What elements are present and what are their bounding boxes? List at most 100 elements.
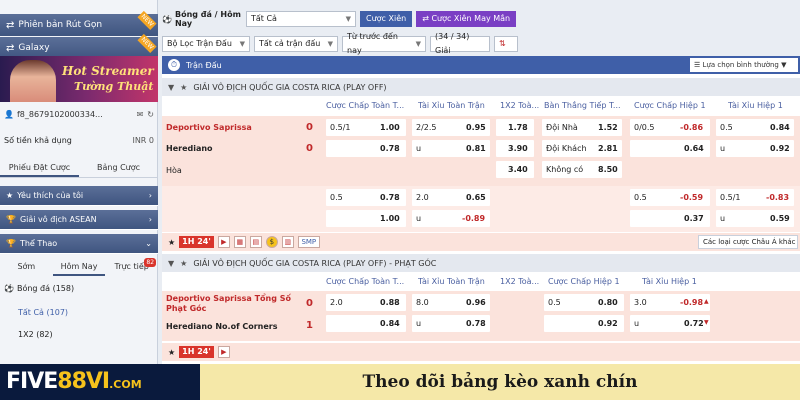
tab-bet-list[interactable]: Bảng Cược xyxy=(79,158,158,177)
total-line: 2/2.5 xyxy=(416,123,437,132)
refresh-odds-button[interactable]: ⇅ xyxy=(494,36,518,52)
market-count: (107) xyxy=(46,308,69,317)
live-time-badge: 1H 24' xyxy=(179,236,214,248)
tab-bet-slip[interactable]: Phiếu Đặt Cược xyxy=(0,158,79,177)
handicap-line: 0/0.5 xyxy=(634,123,655,132)
field-icon[interactable]: ▦ xyxy=(233,236,246,248)
market-1x2[interactable]: 1X2 (82) xyxy=(18,330,168,339)
handicap-line: 0.5 xyxy=(330,193,343,202)
odds-value: 0.81 xyxy=(466,144,486,153)
market-all[interactable]: Tất Cả (107) xyxy=(18,308,168,317)
refresh-icon[interactable]: ↻ xyxy=(147,110,154,119)
parlay-label: Cược Xiên xyxy=(366,14,407,23)
lucky-parlay-label: Cược Xiên May Mắn xyxy=(431,14,511,23)
odds-value: -0.59 xyxy=(680,193,704,202)
new-badge: NEW xyxy=(137,33,157,54)
galaxy-label: Galaxy xyxy=(18,43,50,53)
odds-down-icon: ▼ xyxy=(704,319,709,326)
tab-early[interactable]: Sớm xyxy=(0,258,53,276)
total-line: 2.0 xyxy=(416,193,429,202)
column-headers: Cược Chấp Toàn T... Tài Xỉu Toàn Trận 1X… xyxy=(162,98,800,114)
odds-value: 0.78 xyxy=(380,144,400,153)
league-header[interactable]: ▼ ★ GIẢI VÔ ĐỊCH QUỐC GIA COSTA RICA (PL… xyxy=(162,78,800,96)
market-label: Tất Cả xyxy=(18,308,44,317)
odds-value: 1.00 xyxy=(380,123,400,132)
top-bar: ⚽ Bóng đá / Hôm Nay Tất Cả ▼ Cược Xiên ⇄… xyxy=(158,8,800,30)
hot-streamer-banner[interactable]: Hot Streamer Tường Thuật xyxy=(0,56,158,102)
sidebar: ⇄ Phiên bản Rút Gọn NEW ⇄ Galaxy NEW Hot… xyxy=(0,0,158,400)
odds-value: 0.96 xyxy=(466,298,486,307)
home-team: Deportivo Saprissa xyxy=(166,123,252,132)
home-team: Deportivo Saprissa Tổng Số Phạt Góc xyxy=(166,294,291,313)
time-tabs: Sớm Hôm Nay Trực tiếp 82 xyxy=(0,258,158,276)
user-icon: 👤 xyxy=(4,110,14,119)
odds-value: 3.90 xyxy=(508,144,528,153)
star-icon[interactable]: ★ xyxy=(168,348,175,357)
league-header[interactable]: ▼ ★ GIẢI VÔ ĐỊCH QUỐC GIA COSTA RICA (PL… xyxy=(162,254,800,272)
chevron-right-icon: › xyxy=(148,191,152,200)
all-matches-select[interactable]: Tất cả trận đấu ▼ xyxy=(254,36,338,52)
balance-row: Số tiền khả dụng INR 0 xyxy=(4,136,154,145)
draw-label: Hòa xyxy=(166,166,182,175)
chevron-down-icon: ▼ xyxy=(168,258,175,268)
chevron-down-icon: ⌄ xyxy=(145,239,152,248)
smp-button[interactable]: SMP xyxy=(297,236,320,248)
tab-today[interactable]: Hôm Nay xyxy=(52,258,106,276)
market-count: (82) xyxy=(36,330,53,339)
odds-value: -0.98 xyxy=(680,298,704,307)
col-header: 1X2 Toà... xyxy=(500,101,540,110)
section-label: Yêu thích của tôi xyxy=(17,191,84,200)
date-range-select[interactable]: Từ trước đến nay ▼ xyxy=(342,32,426,55)
market-select[interactable]: Tất Cả ▼ xyxy=(246,11,356,27)
grid-icon[interactable]: ▤ xyxy=(249,236,262,248)
filter-value: Tất cả trận đấu xyxy=(259,39,321,48)
col-header: Tài Xỉu Toàn Trận xyxy=(418,101,485,110)
away-team: Herediano No.of Corners xyxy=(166,322,278,331)
odds-value: 1.00 xyxy=(380,214,400,223)
section-favorites[interactable]: ★ Yêu thích của tôi › xyxy=(0,186,158,206)
odds-value: 8.50 xyxy=(598,165,618,174)
play-icon[interactable]: ▶ xyxy=(217,236,230,248)
league-count-button[interactable]: (34 / 34) Giải xyxy=(430,32,490,55)
banner-line2: Tường Thuật xyxy=(74,80,154,93)
col-header: Cược Chấp Toàn T... xyxy=(326,101,405,110)
new-badge: NEW xyxy=(137,10,157,31)
col-header: Bàn Thắng Tiếp T... xyxy=(544,101,621,110)
stats-icon[interactable]: ▥ xyxy=(281,236,294,248)
sport-count: (158) xyxy=(52,284,75,293)
section-label: Thể Thao xyxy=(19,239,58,248)
star-icon[interactable]: ★ xyxy=(168,238,175,247)
odds-value: 0.72 xyxy=(684,319,704,328)
handicap-line: 0.5/1 xyxy=(330,123,351,132)
other-bets-label: Các loại cược Châu Á khác xyxy=(703,238,796,246)
sort-select[interactable]: ☰ Lựa chọn bình thường ▼ xyxy=(690,58,798,72)
away-score: 1 xyxy=(306,320,313,331)
under-label: u xyxy=(720,144,726,153)
total-line: 0.5/1 xyxy=(720,193,741,202)
balance-value: INR 0 xyxy=(132,136,154,145)
short-version-button[interactable]: ⇄ Phiên bản Rút Gọn NEW xyxy=(0,10,158,36)
mail-icon[interactable]: ✉ xyxy=(137,110,144,119)
section-sports[interactable]: 🏆 Thể Thao ⌄ xyxy=(0,234,158,254)
market-select-value: Tất Cả xyxy=(251,14,277,23)
play-icon[interactable]: ▶ xyxy=(217,346,230,358)
coin-icon[interactable]: $ xyxy=(265,236,278,248)
other-bets-link[interactable]: Các loại cược Châu Á khác xyxy=(698,235,798,249)
odds-value: 0.78 xyxy=(466,319,486,328)
table-header-title: Trận Đấu xyxy=(186,60,222,70)
odds-value: 0.65 xyxy=(466,193,486,202)
star-icon[interactable]: ★ xyxy=(180,259,187,268)
parlay-button[interactable]: Cược Xiên xyxy=(360,11,413,27)
star-icon[interactable]: ★ xyxy=(180,83,187,92)
sport-football[interactable]: ⚽ Bóng đá (158) xyxy=(4,284,154,293)
odds-value: -0.83 xyxy=(766,193,790,202)
lucky-parlay-button[interactable]: ⇄ Cược Xiên May Mắn xyxy=(416,11,517,27)
match-filter-select[interactable]: Bộ Lọc Trận Đấu ▼ xyxy=(162,36,250,52)
brand-bar: FIVE88VI.COM Theo dõi bảng kèo xanh chín xyxy=(0,364,800,400)
filter-bar: Bộ Lọc Trận Đấu ▼ Tất cả trận đấu ▼ Từ trư… xyxy=(158,32,800,55)
market-label: 1X2 xyxy=(18,330,34,339)
section-asean[interactable]: 🏆 Giải vô địch ASEAN › xyxy=(0,210,158,230)
tab-live[interactable]: Trực tiếp 82 xyxy=(105,258,158,276)
soccer-ball-icon: ⚽ xyxy=(162,14,172,24)
handicap-line: 0.5 xyxy=(548,298,561,307)
